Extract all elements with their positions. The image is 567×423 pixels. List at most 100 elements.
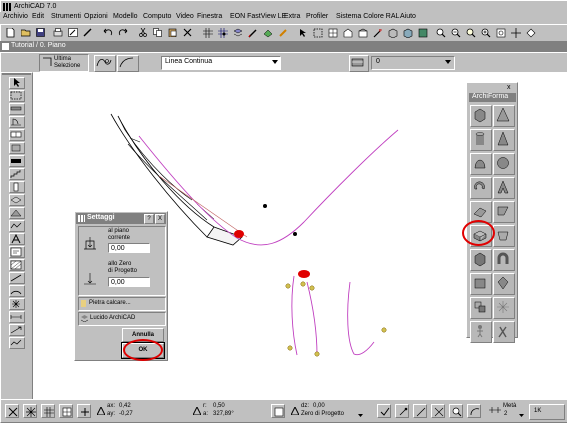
plus-icon[interactable] [77, 404, 91, 418]
menu-sistema-colore[interactable]: Sistema Colore RAL [336, 13, 399, 20]
menu-strumenti[interactable]: Strumenti [51, 13, 81, 20]
dimension-tool[interactable] [9, 311, 25, 323]
constraint-icon[interactable] [271, 404, 285, 418]
snap-edge-icon[interactable] [413, 404, 427, 418]
snap-zoom-icon[interactable] [449, 404, 463, 418]
snap-node-icon[interactable] [395, 404, 409, 418]
layers-icon[interactable] [231, 26, 245, 40]
arc-geometry-button[interactable] [117, 55, 139, 72]
material-selector[interactable]: Pietra calcare... [78, 297, 166, 311]
edit-button[interactable] [81, 26, 95, 40]
zoom-previous-icon[interactable] [479, 26, 493, 40]
ay-value[interactable]: -0,27 [119, 411, 133, 417]
label-tool[interactable] [9, 246, 25, 258]
magic-wand-icon[interactable] [371, 26, 385, 40]
new-file-button[interactable] [4, 26, 18, 40]
help-button[interactable]: ? [144, 214, 154, 224]
mesh-tool[interactable] [9, 220, 25, 232]
cube-shape-button[interactable] [470, 105, 492, 127]
hotspot-tool[interactable] [9, 298, 25, 310]
check-icon[interactable] [377, 404, 391, 418]
pen-icon[interactable] [246, 26, 260, 40]
section-tool[interactable] [9, 337, 25, 349]
cylinder-shape-button[interactable] [470, 129, 492, 151]
line-tool[interactable] [9, 272, 25, 284]
figure-shape-button[interactable] [470, 321, 492, 343]
roof-tool[interactable] [9, 207, 25, 219]
tools-icon[interactable] [493, 321, 515, 343]
fit-window-icon[interactable] [494, 26, 508, 40]
lamp-tool[interactable] [9, 155, 25, 167]
group-shape-button[interactable] [470, 297, 492, 319]
reference-dropdown[interactable]: Zero di Progetto [301, 411, 344, 417]
radius-value[interactable]: 0,50 [213, 403, 225, 409]
twist-shape-button[interactable] [493, 273, 515, 295]
revolve-shape-button[interactable] [493, 201, 515, 223]
cut-icon[interactable] [136, 26, 150, 40]
menu-edit[interactable]: Edit [32, 13, 44, 20]
pen-settings-button[interactable] [349, 55, 369, 72]
marquee-tool[interactable] [9, 90, 25, 102]
slab-tool[interactable] [9, 194, 25, 206]
pen-number-dropdown[interactable]: 0 [371, 56, 455, 70]
marquee-icon[interactable] [311, 26, 325, 40]
menu-modello[interactable]: Modello [113, 13, 138, 20]
copy-icon[interactable] [151, 26, 165, 40]
snap-grid-icon[interactable] [216, 26, 230, 40]
project-zero-field[interactable]: 0,00 [108, 277, 150, 287]
cancel-input-icon[interactable] [5, 404, 19, 418]
cone-shape-button[interactable] [493, 129, 515, 151]
pan-icon[interactable] [509, 26, 523, 40]
redo-icon[interactable] [116, 26, 130, 40]
ax-value[interactable]: 0,42 [119, 403, 131, 409]
box-shape-button[interactable] [470, 249, 492, 271]
zoom-window-icon[interactable] [464, 26, 478, 40]
zoom-out-icon[interactable] [449, 26, 463, 40]
dialog-title-bar[interactable]: Settaggi ? X [76, 213, 166, 224]
delete-icon[interactable] [181, 26, 195, 40]
bend-shape-button[interactable] [493, 249, 515, 271]
menu-profiler[interactable]: Profiler [306, 13, 328, 20]
door-tool[interactable] [9, 116, 25, 128]
angle-value[interactable]: 327,89° [213, 411, 234, 417]
coordinate-grid-icon[interactable] [59, 404, 73, 418]
wall-tool[interactable] [9, 103, 25, 115]
dialog-close-button[interactable]: X [155, 214, 165, 224]
letter-shape-button[interactable] [493, 177, 515, 199]
snap-mode-value[interactable]: 2 [504, 411, 507, 417]
menu-eon-fastview[interactable]: EON FastView LE [230, 13, 286, 20]
object-tool[interactable] [9, 142, 25, 154]
slice-shape-button[interactable] [470, 273, 492, 295]
dz-value[interactable]: 0,00 [313, 403, 325, 409]
dome-shape-button[interactable] [470, 153, 492, 175]
plot-button[interactable] [66, 26, 80, 40]
star-snap-icon[interactable] [23, 404, 37, 418]
menu-computo[interactable]: Computo [143, 13, 171, 20]
loft-shape-button[interactable] [493, 225, 515, 247]
right-status-button[interactable]: 1K [529, 404, 565, 420]
arrow-tool[interactable] [9, 77, 25, 89]
palette-close-button[interactable]: x [507, 84, 516, 92]
paste-icon[interactable] [166, 26, 180, 40]
snap-arc-icon[interactable] [467, 404, 481, 418]
sphere-shape-button[interactable] [493, 153, 515, 175]
pyramid-shape-button[interactable] [493, 105, 515, 127]
3d-view-icon[interactable] [401, 26, 415, 40]
window-tool[interactable] [9, 129, 25, 141]
layer-selector[interactable]: Lucido ArchiCAD [78, 312, 166, 326]
open-folder-button[interactable] [19, 26, 33, 40]
grid-icon[interactable] [201, 26, 215, 40]
3d-window-icon[interactable] [386, 26, 400, 40]
print-button[interactable] [51, 26, 65, 40]
undo-icon[interactable] [101, 26, 115, 40]
fill-tool[interactable] [9, 259, 25, 271]
color-icon[interactable] [276, 26, 290, 40]
relative-grid-icon[interactable] [41, 404, 55, 418]
floor-elevation-field[interactable]: 0,00 [108, 243, 150, 253]
curve-geometry-button[interactable] [94, 55, 116, 72]
section-view-icon[interactable] [341, 26, 355, 40]
menu-archivio[interactable]: Archivio [3, 13, 28, 20]
arc-tool[interactable] [9, 285, 25, 297]
menu-opzioni[interactable]: Opzioni [84, 13, 108, 20]
torus-shape-button[interactable] [470, 177, 492, 199]
